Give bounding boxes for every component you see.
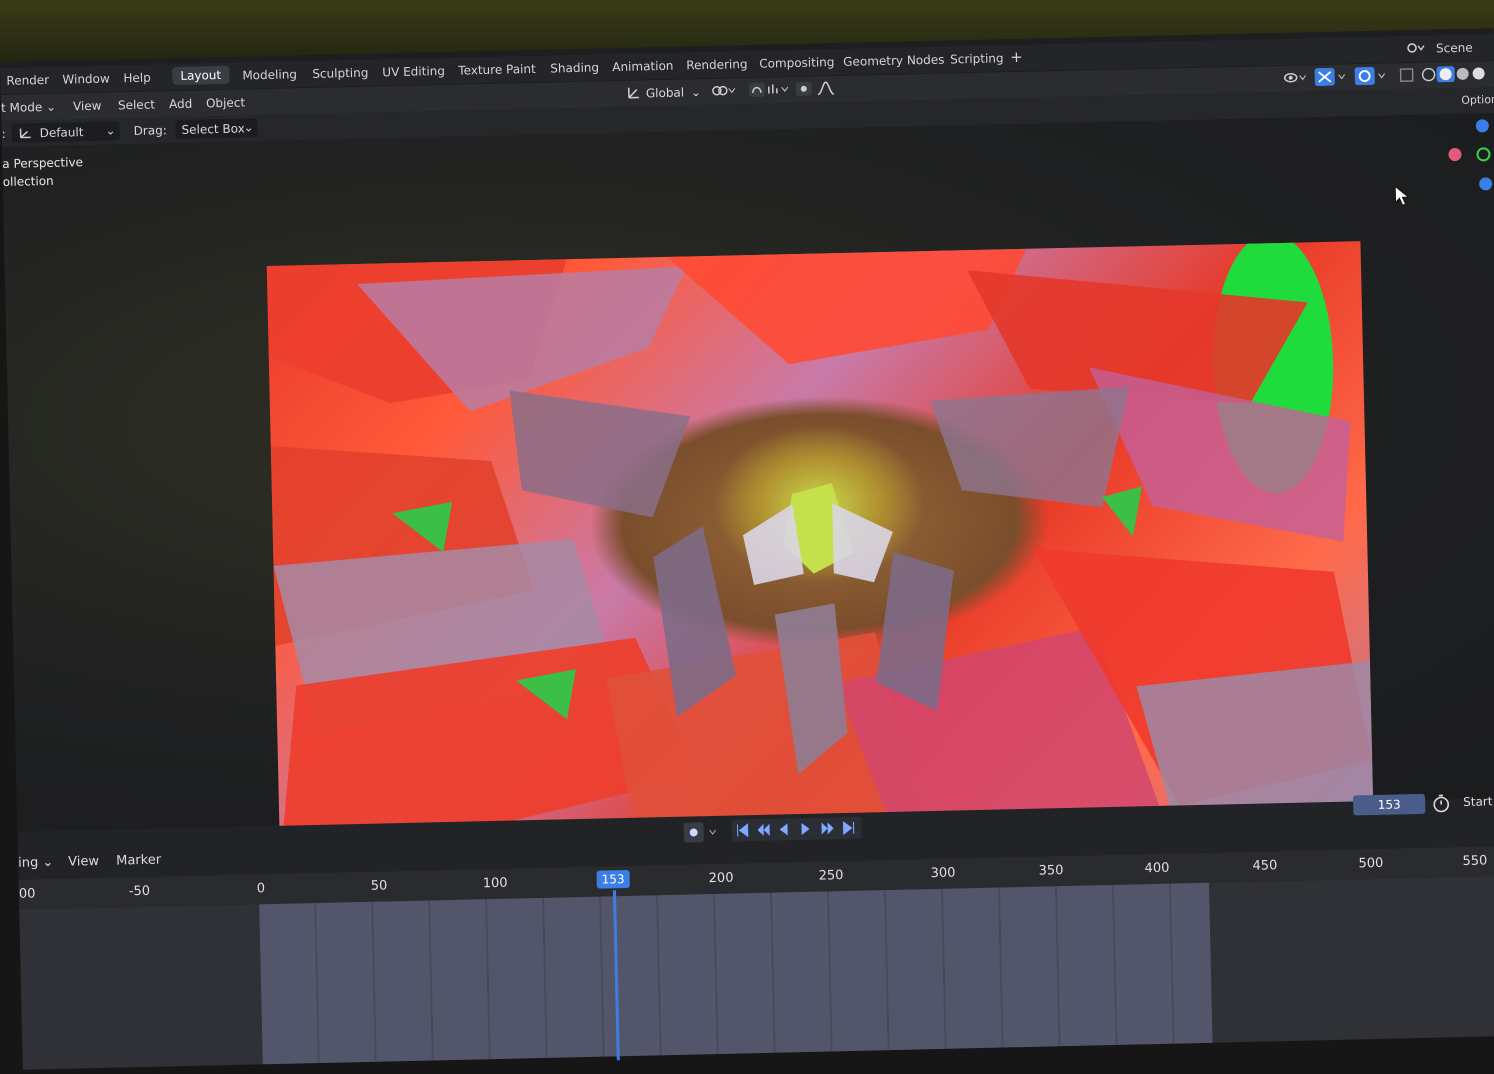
menu-help[interactable]: Help (123, 71, 151, 86)
timeline-mode-dropdown[interactable]: ing ⌄ (18, 855, 53, 871)
chevron-down-icon: ⌄ (45, 99, 57, 114)
tab-uv-editing[interactable]: UV Editing (382, 64, 445, 79)
scene-icon[interactable] (1406, 40, 1428, 59)
select-menu[interactable]: Select (118, 97, 155, 112)
xray-icon[interactable] (1398, 67, 1414, 86)
drag-dropdown[interactable]: Select Box ⌄ (175, 118, 258, 140)
ruler-tick: 250 (818, 868, 844, 884)
drag-value: Select Box (181, 121, 245, 137)
chevron-down-icon: ⌄ (690, 85, 702, 100)
tab-modeling[interactable]: Modeling (242, 67, 297, 82)
proportional-editing-icon[interactable] (795, 80, 840, 100)
menu-window[interactable]: Window (62, 72, 110, 87)
ruler-tick: 200 (708, 870, 734, 887)
menu-render[interactable]: Render (6, 73, 49, 88)
chevron-down-icon: ⌄ (42, 854, 54, 871)
timeline-track-area[interactable] (19, 875, 1494, 1070)
orientation-dropdown[interactable]: Default ⌄ (11, 121, 120, 143)
tab-shading[interactable]: Shading (550, 60, 599, 75)
tab-texture-paint[interactable]: Texture Paint (458, 62, 536, 78)
tab-layout[interactable]: Layout (172, 65, 230, 86)
gizmo-y-axis[interactable] (1476, 147, 1491, 162)
drag-label: Drag: (133, 123, 167, 138)
object-menu[interactable]: Object (206, 95, 245, 110)
ruler-tick: 550 (1462, 853, 1488, 870)
add-menu[interactable]: Add (169, 97, 193, 112)
mode-label: t Mode (0, 100, 43, 115)
current-frame-field[interactable]: 153 (1352, 793, 1426, 816)
shading-mode-icons[interactable] (1420, 65, 1494, 86)
orientation-prefix: : (1, 126, 6, 141)
view-menu[interactable]: View (73, 99, 102, 114)
mouse-cursor-icon (1394, 185, 1411, 211)
3d-viewport[interactable]: a Perspective ollection (1, 112, 1494, 863)
orientation-value: Default (39, 125, 84, 141)
snap-icon[interactable] (748, 81, 789, 101)
tab-scripting[interactable]: Scripting (950, 51, 1004, 66)
playback-controls[interactable] (731, 816, 862, 846)
timeline-view-menu[interactable]: View (68, 854, 99, 870)
ruler-tick: 0 (256, 881, 266, 897)
pivot-point-icon[interactable] (711, 82, 737, 102)
ruler-tick: 300 (930, 865, 956, 882)
collection-label: ollection (2, 173, 54, 189)
options-button[interactable]: Options (1461, 93, 1494, 107)
ruler-tick: 100 (482, 875, 508, 892)
ruler-tick: 00 (18, 886, 36, 902)
chevron-down-icon: ⌄ (105, 123, 116, 138)
tab-rendering[interactable]: Rendering (686, 57, 748, 72)
playhead-frame-badge[interactable]: 153 (596, 869, 630, 889)
shattered-shards-artwork (266, 248, 1374, 863)
scene-name[interactable]: Scene (1436, 41, 1473, 56)
orientation-icon (17, 125, 33, 142)
tab-compositing[interactable]: Compositing (759, 55, 835, 71)
keying-controls[interactable] (683, 822, 724, 847)
ruler-tick: 450 (1252, 858, 1278, 874)
view-name-label: a Perspective (2, 155, 84, 171)
visibility-icon[interactable] (1283, 69, 1309, 89)
start-frame-label[interactable]: Start (1463, 794, 1493, 809)
stopwatch-icon[interactable] (1431, 793, 1452, 817)
overlays-icon[interactable] (1354, 66, 1388, 89)
add-workspace-button[interactable]: + (1010, 48, 1023, 66)
timeline-marker-menu[interactable]: Marker (116, 853, 161, 869)
transform-orientation-icon (626, 84, 642, 103)
tab-geometry-nodes[interactable]: Geometry Nodes (843, 53, 945, 69)
gizmo-neg-z-axis[interactable] (1479, 177, 1493, 191)
gizmo-z-axis[interactable] (1475, 119, 1489, 133)
frame-range (259, 882, 1213, 1065)
blender-window: Render Window Help Layout Modeling Sculp… (0, 28, 1494, 1070)
ruler-tick: 50 (370, 878, 388, 894)
gizmo-toggle-icon[interactable] (1314, 67, 1348, 89)
tab-animation[interactable]: Animation (612, 59, 673, 74)
timeline-mode-label: ing (18, 855, 39, 871)
ruler-tick: -50 (128, 883, 151, 900)
tab-sculpting[interactable]: Sculpting (312, 66, 368, 81)
mode-dropdown[interactable]: t Mode ⌄ (1, 100, 56, 115)
transform-orientation-dropdown[interactable]: Global (646, 85, 685, 100)
gizmo-x-axis[interactable] (1448, 147, 1462, 162)
chevron-down-icon: ⌄ (243, 120, 254, 135)
ruler-tick: 350 (1038, 863, 1064, 879)
rendered-camera-view (266, 241, 1374, 863)
ruler-tick: 400 (1144, 860, 1170, 877)
ruler-tick: 500 (1358, 855, 1384, 872)
